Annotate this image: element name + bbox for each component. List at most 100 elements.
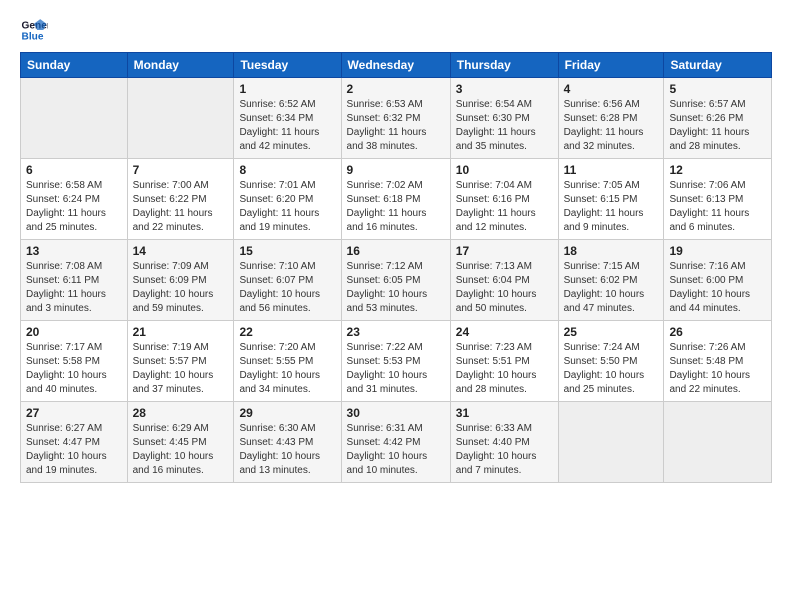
day-number: 20 [26, 325, 122, 339]
calendar-cell: 15 Sunrise: 7:10 AMSunset: 6:07 PMDayligh… [234, 240, 341, 321]
week-row-1: 1Sunrise: 6:52 AMSunset: 6:34 PMDaylight… [21, 78, 772, 159]
day-number: 7 [133, 163, 229, 177]
logo: General Blue [20, 16, 52, 44]
day-info: Sunrise: 7:15 AMSunset: 6:02 PMDaylight:… [564, 260, 659, 316]
day-info: Sunrise: 7:23 AMSunset: 5:51 PMDaylight:… [456, 341, 553, 397]
calendar-cell: 7 Sunrise: 7:00 AMSunset: 6:22 PMDaylight… [127, 159, 234, 240]
calendar-cell: 9 Sunrise: 7:02 AMSunset: 6:18 PMDaylight… [341, 159, 450, 240]
day-number: 29 [239, 406, 335, 420]
day-info: Sunrise: 6:54 AMSunset: 6:30 PMDaylight:… [456, 98, 553, 154]
header: General Blue [20, 16, 772, 44]
day-info: Sunrise: 6:53 AMSunset: 6:32 PMDaylight:… [347, 98, 445, 154]
day-number: 14 [133, 244, 229, 258]
calendar-cell: 5 Sunrise: 6:57 AMSunset: 6:26 PMDaylight… [664, 78, 772, 159]
day-number: 26 [669, 325, 766, 339]
day-number: 15 [239, 244, 335, 258]
calendar-cell [21, 78, 128, 159]
calendar-cell: 8Sunrise: 7:01 AMSunset: 6:20 PMDaylight… [234, 159, 341, 240]
day-info: Sunrise: 7:19 AMSunset: 5:57 PMDaylight:… [133, 341, 229, 397]
weekday-wednesday: Wednesday [341, 53, 450, 78]
calendar-cell: 21 Sunrise: 7:19 AMSunset: 5:57 PMDayligh… [127, 321, 234, 402]
calendar-cell: 23 Sunrise: 7:22 AMSunset: 5:53 PMDayligh… [341, 321, 450, 402]
week-row-4: 20 Sunrise: 7:17 AMSunset: 5:58 PMDayligh… [21, 321, 772, 402]
weekday-tuesday: Tuesday [234, 53, 341, 78]
day-info: Sunrise: 7:01 AMSunset: 6:20 PMDaylight:… [239, 179, 335, 235]
week-row-2: 6 Sunrise: 6:58 AMSunset: 6:24 PMDaylight… [21, 159, 772, 240]
weekday-friday: Friday [558, 53, 664, 78]
day-info: Sunrise: 6:56 AMSunset: 6:28 PMDaylight:… [564, 98, 659, 154]
day-number: 4 [564, 82, 659, 96]
day-number: 1 [239, 82, 335, 96]
logo-icon: General Blue [20, 16, 48, 44]
day-info: Sunrise: 7:12 AMSunset: 6:05 PMDaylight:… [347, 260, 445, 316]
day-info: Sunrise: 7:20 AMSunset: 5:55 PMDaylight:… [239, 341, 335, 397]
calendar-cell [127, 78, 234, 159]
weekday-saturday: Saturday [664, 53, 772, 78]
day-info: Sunrise: 7:17 AMSunset: 5:58 PMDaylight:… [26, 341, 122, 397]
day-info: Sunrise: 7:06 AMSunset: 6:13 PMDaylight:… [669, 179, 766, 235]
day-info: Sunrise: 7:10 AMSunset: 6:07 PMDaylight:… [239, 260, 335, 316]
day-number: 23 [347, 325, 445, 339]
calendar-cell: 12 Sunrise: 7:06 AMSunset: 6:13 PMDayligh… [664, 159, 772, 240]
day-number: 10 [456, 163, 553, 177]
calendar-cell: 24 Sunrise: 7:23 AMSunset: 5:51 PMDayligh… [450, 321, 558, 402]
day-number: 18 [564, 244, 659, 258]
day-number: 6 [26, 163, 122, 177]
day-info: Sunrise: 7:02 AMSunset: 6:18 PMDaylight:… [347, 179, 445, 235]
week-row-3: 13Sunrise: 7:08 AMSunset: 6:11 PMDayligh… [21, 240, 772, 321]
day-number: 9 [347, 163, 445, 177]
calendar-cell: 17Sunrise: 7:13 AMSunset: 6:04 PMDayligh… [450, 240, 558, 321]
calendar-cell: 30Sunrise: 6:31 AMSunset: 4:42 PMDayligh… [341, 402, 450, 483]
day-info: Sunrise: 6:31 AMSunset: 4:42 PMDaylight:… [347, 422, 445, 478]
day-number: 28 [133, 406, 229, 420]
day-number: 22 [239, 325, 335, 339]
day-info: Sunrise: 7:13 AMSunset: 6:04 PMDaylight:… [456, 260, 553, 316]
day-number: 3 [456, 82, 553, 96]
calendar-cell: 22 Sunrise: 7:20 AMSunset: 5:55 PMDayligh… [234, 321, 341, 402]
day-info: Sunrise: 6:29 AMSunset: 4:45 PMDaylight:… [133, 422, 229, 478]
day-info: Sunrise: 6:30 AMSunset: 4:43 PMDaylight:… [239, 422, 335, 478]
day-info: Sunrise: 7:05 AMSunset: 6:15 PMDaylight:… [564, 179, 659, 235]
day-number: 31 [456, 406, 553, 420]
day-info: Sunrise: 7:09 AMSunset: 6:09 PMDaylight:… [133, 260, 229, 316]
day-info: Sunrise: 7:00 AMSunset: 6:22 PMDaylight:… [133, 179, 229, 235]
weekday-sunday: Sunday [21, 53, 128, 78]
calendar-cell: 1Sunrise: 6:52 AMSunset: 6:34 PMDaylight… [234, 78, 341, 159]
calendar-cell: 28 Sunrise: 6:29 AMSunset: 4:45 PMDayligh… [127, 402, 234, 483]
day-number: 2 [347, 82, 445, 96]
day-number: 21 [133, 325, 229, 339]
day-info: Sunrise: 7:04 AMSunset: 6:16 PMDaylight:… [456, 179, 553, 235]
day-number: 24 [456, 325, 553, 339]
day-number: 25 [564, 325, 659, 339]
day-info: Sunrise: 7:24 AMSunset: 5:50 PMDaylight:… [564, 341, 659, 397]
day-info: Sunrise: 7:08 AMSunset: 6:11 PMDaylight:… [26, 260, 122, 316]
day-number: 19 [669, 244, 766, 258]
day-info: Sunrise: 7:22 AMSunset: 5:53 PMDaylight:… [347, 341, 445, 397]
calendar-cell: 3 Sunrise: 6:54 AMSunset: 6:30 PMDaylight… [450, 78, 558, 159]
svg-text:Blue: Blue [22, 31, 44, 42]
calendar-cell [558, 402, 664, 483]
calendar-cell: 13Sunrise: 7:08 AMSunset: 6:11 PMDayligh… [21, 240, 128, 321]
day-info: Sunrise: 7:16 AMSunset: 6:00 PMDaylight:… [669, 260, 766, 316]
calendar-cell [664, 402, 772, 483]
calendar-cell: 20 Sunrise: 7:17 AMSunset: 5:58 PMDayligh… [21, 321, 128, 402]
calendar-cell: 11Sunrise: 7:05 AMSunset: 6:15 PMDayligh… [558, 159, 664, 240]
calendar-cell: 27Sunrise: 6:27 AMSunset: 4:47 PMDayligh… [21, 402, 128, 483]
day-number: 12 [669, 163, 766, 177]
calendar-table: SundayMondayTuesdayWednesdayThursdayFrid… [20, 52, 772, 483]
day-info: Sunrise: 6:57 AMSunset: 6:26 PMDaylight:… [669, 98, 766, 154]
weekday-header-row: SundayMondayTuesdayWednesdayThursdayFrid… [21, 53, 772, 78]
day-number: 5 [669, 82, 766, 96]
calendar-cell: 25 Sunrise: 7:24 AMSunset: 5:50 PMDayligh… [558, 321, 664, 402]
day-info: Sunrise: 6:58 AMSunset: 6:24 PMDaylight:… [26, 179, 122, 235]
weekday-thursday: Thursday [450, 53, 558, 78]
calendar-cell: 2 Sunrise: 6:53 AMSunset: 6:32 PMDaylight… [341, 78, 450, 159]
calendar-cell: 26 Sunrise: 7:26 AMSunset: 5:48 PMDayligh… [664, 321, 772, 402]
calendar-cell: 19 Sunrise: 7:16 AMSunset: 6:00 PMDayligh… [664, 240, 772, 321]
calendar-cell: 4 Sunrise: 6:56 AMSunset: 6:28 PMDaylight… [558, 78, 664, 159]
calendar-cell: 14 Sunrise: 7:09 AMSunset: 6:09 PMDayligh… [127, 240, 234, 321]
calendar-cell: 18 Sunrise: 7:15 AMSunset: 6:02 PMDayligh… [558, 240, 664, 321]
calendar-cell: 31Sunrise: 6:33 AMSunset: 4:40 PMDayligh… [450, 402, 558, 483]
day-info: Sunrise: 7:26 AMSunset: 5:48 PMDaylight:… [669, 341, 766, 397]
day-number: 16 [347, 244, 445, 258]
